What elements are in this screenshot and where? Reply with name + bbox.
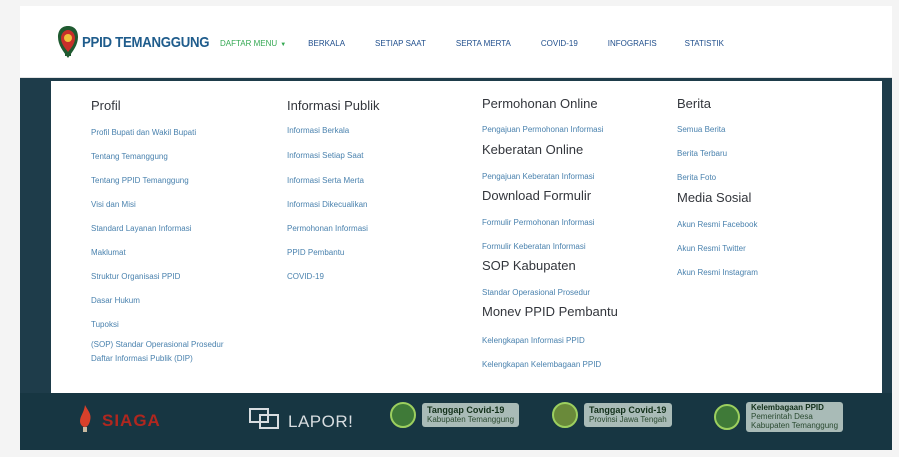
menu-link[interactable]: Standard Layanan Informasi	[91, 224, 192, 233]
covid-kabupaten-subtitle: Kabupaten Temanggung	[427, 414, 515, 424]
brand-logo[interactable]: PPID TEMANGGUNG	[56, 25, 227, 59]
covid-kabupaten-banner[interactable]: Tanggap Covid-19 Kabupaten Temanggung	[390, 402, 520, 428]
menu-link[interactable]: (SOP) Standar Operasional Prosedur	[91, 340, 224, 349]
menu-link[interactable]: Tupoksi	[91, 320, 119, 329]
main-nav: DAFTAR MENU ▼ BERKALA SETIAP SAAT SERTA M…	[220, 39, 724, 48]
menu-link[interactable]: Standar Operasional Prosedur	[482, 288, 590, 297]
nav-berkala[interactable]: BERKALA	[308, 39, 345, 48]
menu-heading-profil: Profil	[91, 98, 121, 113]
menu-link[interactable]: Berita Foto	[677, 173, 716, 182]
menu-column-informasi-publik: Informasi Publik Informasi Berkala Infor…	[287, 81, 467, 391]
kelembagaan-line-3: Kabupaten Temanggung	[751, 420, 839, 430]
siaga-banner[interactable]: SIAGA	[76, 403, 161, 438]
menu-link[interactable]: Akun Resmi Facebook	[677, 220, 757, 229]
top-navbar: PPID TEMANGGUNG DAFTAR MENU ▼ BERKALA SET…	[20, 6, 892, 78]
menu-link[interactable]: Profil Bupati dan Wakil Bupati	[91, 128, 196, 137]
footer-banner-strip: SIAGA LAPOR! Tanggap Covid-19 Kabupaten …	[20, 393, 892, 450]
menu-column-permohonan: Permohonan Online Pengajuan Permohonan I…	[482, 81, 682, 391]
menu-link[interactable]: Akun Resmi Twitter	[677, 244, 746, 253]
menu-link[interactable]: COVID-19	[287, 272, 324, 281]
siaga-label: SIAGA	[102, 410, 161, 430]
page-frame: PPID TEMANGGUNG DAFTAR MENU ▼ BERKALA SET…	[20, 6, 892, 450]
menu-heading-berita: Berita	[677, 96, 711, 111]
menu-link[interactable]: Pengajuan Permohonan Informasi	[482, 125, 603, 134]
nav-infografis[interactable]: INFOGRAFIS	[608, 39, 657, 48]
menu-link[interactable]: Maklumat	[91, 248, 126, 257]
menu-link[interactable]: Akun Resmi Instagram	[677, 268, 758, 277]
menu-link[interactable]: Permohonan Informasi	[287, 224, 368, 233]
menu-link[interactable]: Daftar Informasi Publik (DIP)	[91, 354, 193, 363]
temanggung-emblem-icon	[56, 25, 80, 59]
temanggung-seal-icon	[390, 402, 416, 428]
menu-heading-permohonan-online: Permohonan Online	[482, 96, 598, 111]
caret-down-icon: ▼	[280, 42, 287, 48]
covid-provinsi-subtitle: Provinsi Jawa Tengah	[589, 414, 667, 424]
menu-link[interactable]: Visi dan Misi	[91, 200, 136, 209]
menu-link[interactable]: Kelengkapan Kelembagaan PPID	[482, 360, 601, 369]
menu-link[interactable]: PPID Pembantu	[287, 248, 344, 257]
kelembagaan-banner[interactable]: Kelembagaan PPID Pemerintah Desa Kabupat…	[714, 402, 844, 433]
menu-heading-monev-ppid: Monev PPID Pembantu	[482, 304, 618, 319]
lapor-banner[interactable]: LAPOR!	[248, 407, 353, 436]
covid-provinsi-banner[interactable]: Tanggap Covid-19 Provinsi Jawa Tengah	[552, 402, 672, 428]
menu-link[interactable]: Informasi Berkala	[287, 126, 349, 135]
menu-link[interactable]: Formulir Permohonan Informasi	[482, 218, 594, 227]
menu-heading-sop-kabupaten: SOP Kabupaten	[482, 258, 576, 273]
menu-link[interactable]: Pengajuan Keberatan Informasi	[482, 172, 595, 181]
nav-daftar-menu-label: DAFTAR MENU	[220, 39, 278, 48]
kelembagaan-seal-icon	[714, 404, 740, 431]
mega-menu-dropdown: Profil Profil Bupati dan Wakil Bupati Te…	[51, 81, 882, 393]
menu-link[interactable]: Berita Terbaru	[677, 149, 727, 158]
menu-heading-keberatan-online: Keberatan Online	[482, 142, 584, 157]
lapor-logo-icon	[248, 407, 282, 436]
menu-link[interactable]: Struktur Organisasi PPID	[91, 272, 180, 281]
menu-link[interactable]: Semua Berita	[677, 125, 725, 134]
menu-link[interactable]: Tentang Temanggung	[91, 152, 168, 161]
menu-link[interactable]: Informasi Dikecualikan	[287, 200, 367, 209]
menu-column-berita: Berita Semua Berita Berita Terbaru Berit…	[677, 81, 857, 391]
brand-name: PPID TEMANGGUNG	[82, 33, 210, 51]
nav-covid-19[interactable]: COVID-19	[541, 39, 578, 48]
menu-link[interactable]: Informasi Serta Merta	[287, 176, 364, 185]
menu-column-profil: Profil Profil Bupati dan Wakil Bupati Te…	[91, 81, 281, 391]
menu-link[interactable]: Dasar Hukum	[91, 296, 140, 305]
covid-provinsi-box: Tanggap Covid-19 Provinsi Jawa Tengah	[584, 402, 672, 428]
menu-link[interactable]: Informasi Setiap Saat	[287, 151, 363, 160]
nav-daftar-menu[interactable]: DAFTAR MENU ▼	[220, 39, 286, 48]
lapor-label: LAPOR!	[288, 411, 354, 431]
menu-heading-download-formulir: Download Formulir	[482, 188, 592, 203]
flame-icon	[76, 403, 94, 438]
nav-setiap-saat[interactable]: SETIAP SAAT	[375, 39, 426, 48]
nav-serta-merta[interactable]: SERTA MERTA	[456, 39, 511, 48]
jateng-seal-icon	[552, 402, 578, 428]
menu-heading-media-sosial: Media Sosial	[677, 190, 752, 205]
menu-link[interactable]: Formulir Keberatan Informasi	[482, 242, 586, 251]
menu-link[interactable]: Kelengkapan Informasi PPID	[482, 336, 585, 345]
kelembagaan-box: Kelembagaan PPID Pemerintah Desa Kabupat…	[746, 402, 844, 433]
covid-kabupaten-box: Tanggap Covid-19 Kabupaten Temanggung	[422, 402, 520, 428]
menu-link[interactable]: Tentang PPID Temanggung	[91, 176, 189, 185]
nav-statistik[interactable]: STATISTIK	[685, 39, 724, 48]
menu-heading-informasi-publik: Informasi Publik	[287, 98, 380, 113]
